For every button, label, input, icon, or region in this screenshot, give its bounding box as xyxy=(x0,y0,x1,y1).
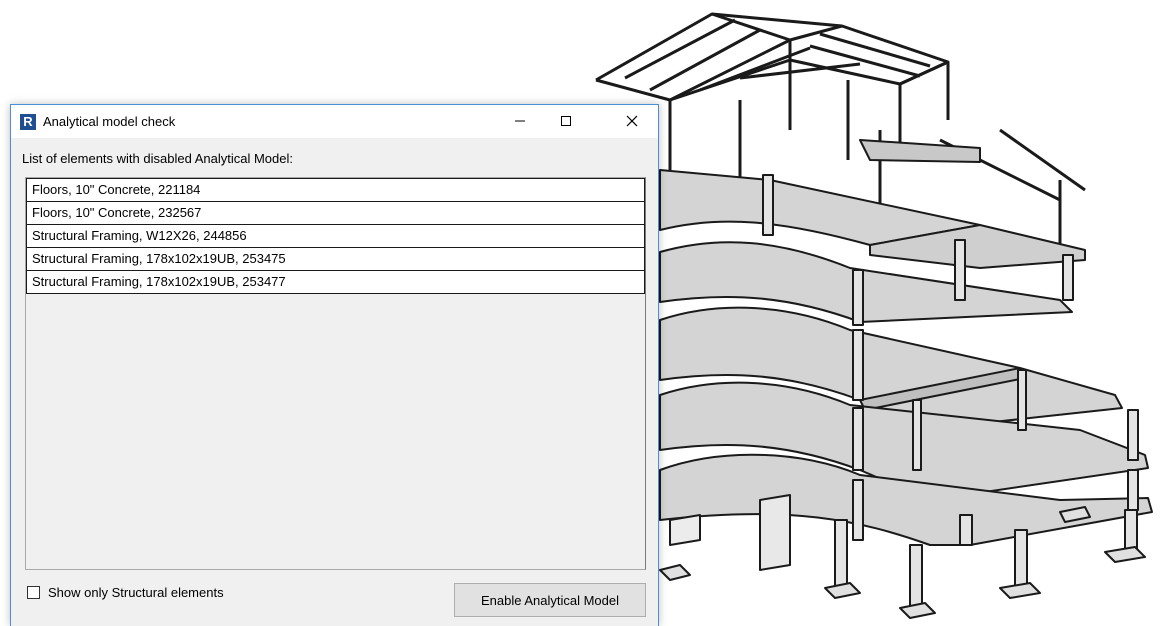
maximize-icon xyxy=(561,116,571,126)
show-structural-checkbox[interactable] xyxy=(27,586,40,599)
screen: R Analytical model check List of element… xyxy=(0,0,1161,626)
list-item[interactable]: Structural Framing, 178x102x19UB, 253475 xyxy=(26,247,645,271)
minimize-icon xyxy=(515,120,525,122)
list-item[interactable]: Structural Framing, W12X26, 244856 xyxy=(26,224,645,248)
dialog-titlebar[interactable]: R Analytical model check xyxy=(11,105,658,138)
close-icon xyxy=(626,115,638,127)
show-structural-option[interactable]: Show only Structural elements xyxy=(27,585,224,600)
list-item[interactable]: Floors, 10" Concrete, 232567 xyxy=(26,201,645,225)
list-item[interactable]: Floors, 10" Concrete, 221184 xyxy=(26,178,645,202)
minimize-button[interactable] xyxy=(497,105,543,137)
show-structural-label[interactable]: Show only Structural elements xyxy=(48,585,224,600)
close-button[interactable] xyxy=(609,105,655,137)
maximize-button[interactable] xyxy=(543,105,589,137)
elements-list-label: List of elements with disabled Analytica… xyxy=(22,151,293,166)
dialog-title: Analytical model check xyxy=(43,114,176,129)
analytical-model-check-dialog: R Analytical model check List of element… xyxy=(10,104,659,626)
list-item[interactable]: Structural Framing, 178x102x19UB, 253477 xyxy=(26,270,645,294)
revit-app-icon: R xyxy=(20,114,36,130)
enable-analytical-model-button[interactable]: Enable Analytical Model xyxy=(454,583,646,617)
elements-listbox[interactable]: Floors, 10" Concrete, 221184 Floors, 10"… xyxy=(25,177,646,570)
